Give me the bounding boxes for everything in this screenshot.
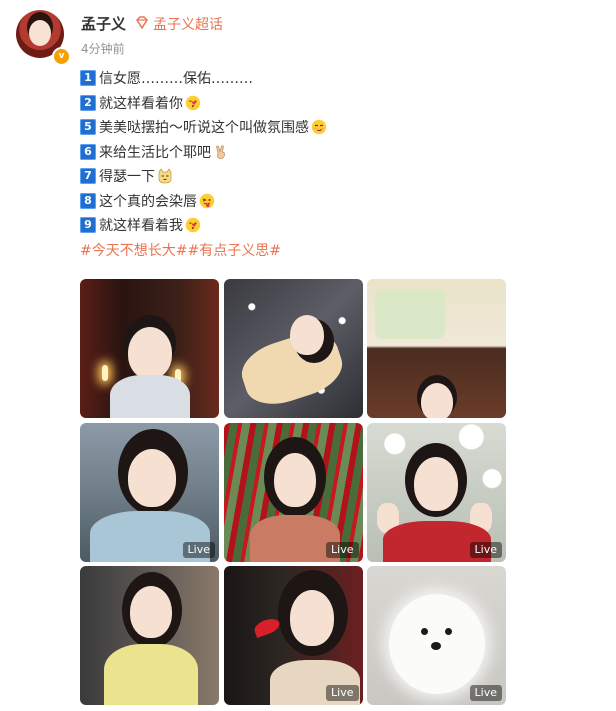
tongue-out-emoji-icon [199,193,215,208]
post-line: 8 这个真的会染唇 [80,189,540,214]
number-badge-icon: 2 [80,94,96,111]
post-timestamp: 4分钟前 [81,42,125,56]
post-line-text: 这个真的会染唇 [99,193,197,210]
post-line-text: 美美哒摆拍～听说这个叫做氛围感 [99,120,309,137]
post-content: 1 信女愿………保佑……… 2 就这样看着你 5 美美哒摆拍～听说这个叫做氛围感… [80,66,540,262]
post-line: 7 得瑟一下 [80,164,540,189]
number-badge-icon: 6 [80,143,96,160]
photo-grid: Live Live Live Live Live [80,279,506,705]
photo-thumbnail[interactable] [80,279,219,418]
photo-image [80,566,219,705]
photo-image [367,422,506,562]
post-line: 9 就这样看着我 [80,213,540,238]
author-name[interactable]: 孟子义 [81,13,126,34]
photo-thumbnail[interactable]: Live [367,422,506,562]
photo-thumbnail[interactable] [367,279,506,418]
photo-image [80,422,219,562]
victory-hand-emoji-icon [216,145,225,159]
number-badge-icon: 7 [80,168,96,185]
smug-cat-emoji-icon [158,168,172,184]
verified-badge-icon: v [52,47,71,66]
live-photo-badge: Live [182,541,215,558]
live-photo-badge: Live [326,685,359,701]
post-line: 2 就这样看着你 [80,91,540,116]
number-badge-icon: 8 [80,192,96,209]
photo-thumbnail[interactable] [80,566,219,705]
live-photo-badge: Live [469,541,502,558]
heart-kiss-emoji-icon [185,218,201,233]
photo-thumbnail[interactable]: Live [80,422,219,562]
heart-kiss-emoji-icon [185,95,201,110]
number-badge-icon: 1 [80,70,96,87]
supertopic-link[interactable]: 孟子义超话 [153,14,223,34]
photo-image [223,279,363,418]
post-line: 6 来给生活比个耶吧 [80,140,540,165]
number-badge-icon: 9 [80,217,96,234]
photo-thumbnail[interactable] [223,279,363,418]
live-photo-badge: Live [326,541,359,558]
post-line-text: 就这样看着我 [99,218,183,235]
live-photo-badge: Live [469,685,502,701]
photo-image [80,279,219,418]
post-line-text: 得瑟一下 [99,169,155,186]
photo-image [367,279,506,418]
photo-image [223,422,363,562]
smirk-emoji-icon [311,120,327,135]
supertopic-diamond-icon [136,16,148,29]
hashtag-links[interactable]: #今天不想长大##有点子义思# [80,238,540,263]
photo-thumbnail[interactable]: Live [223,566,363,705]
post-line-text: 信女愿………保佑……… [99,71,253,88]
post-line: 1 信女愿………保佑……… [80,66,540,91]
photo-thumbnail[interactable]: Live [223,422,363,562]
post-line-text: 来给生活比个耶吧 [99,144,211,161]
photo-thumbnail[interactable]: Live [367,566,506,705]
post-line-text: 就这样看着你 [99,95,183,112]
avatar-image [29,20,51,46]
post-line: 5 美美哒摆拍～听说这个叫做氛围感 [80,115,540,140]
number-badge-icon: 5 [80,119,96,136]
